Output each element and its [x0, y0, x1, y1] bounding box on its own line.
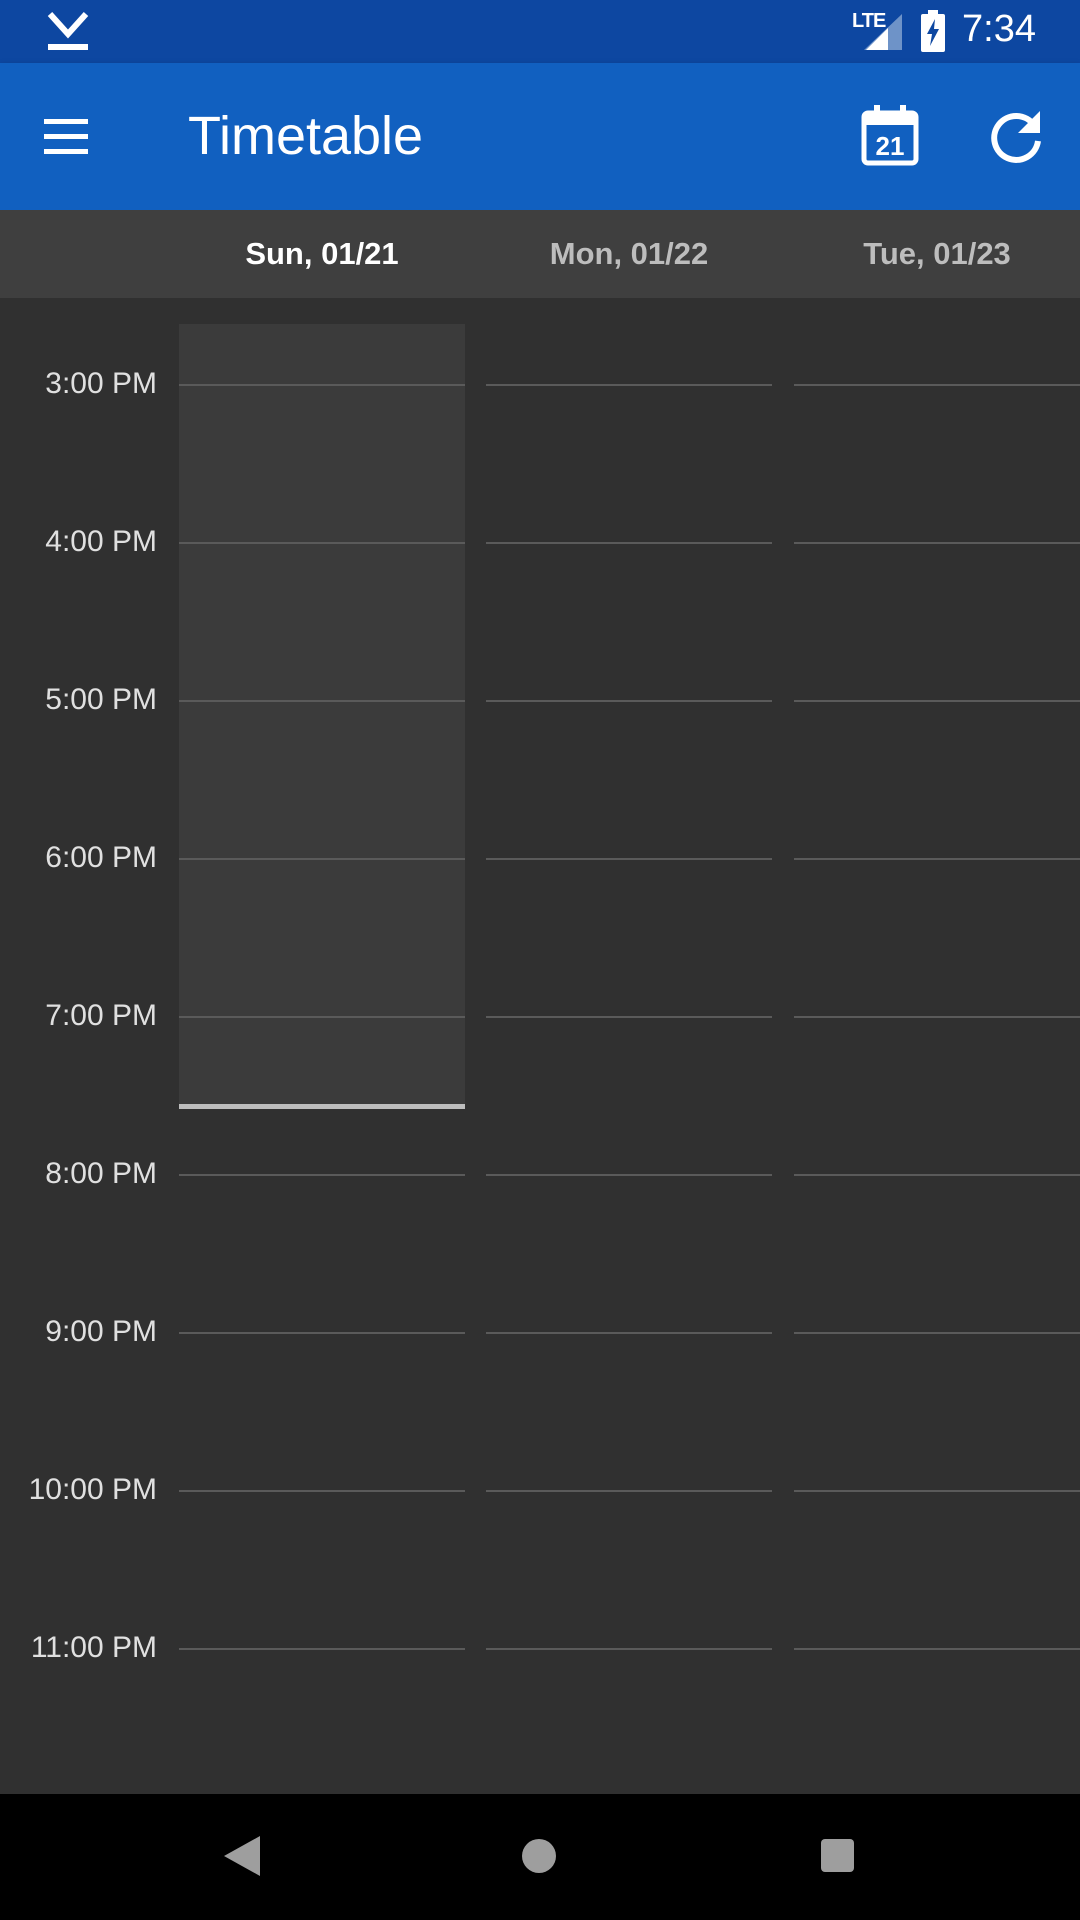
hour-label: 11:00 PM [30, 1631, 157, 1664]
hour-gridline [486, 700, 772, 702]
refresh-button[interactable] [984, 105, 1048, 169]
battery-charging-icon [921, 10, 945, 52]
hour-gridline [794, 1490, 1080, 1492]
navigation-bar [0, 1794, 1080, 1920]
home-icon[interactable] [522, 1839, 556, 1873]
hour-label: 7:00 PM [45, 999, 157, 1032]
hour-gridline [486, 1332, 772, 1334]
hour-label: 5:00 PM [45, 683, 157, 716]
calendar-day-number: 21 [876, 131, 905, 161]
hour-gridline [179, 858, 465, 860]
day-tab-tue[interactable]: Tue, 01/23 [794, 210, 1080, 298]
hour-gridline [794, 1174, 1080, 1176]
day-tab-mon[interactable]: Mon, 01/22 [486, 210, 772, 298]
hour-gridline [486, 858, 772, 860]
hour-gridline [794, 1016, 1080, 1018]
hour-label: 6:00 PM [45, 841, 157, 874]
hour-gridline [794, 858, 1080, 860]
hour-label: 9:00 PM [45, 1315, 157, 1348]
hour-gridline [794, 542, 1080, 544]
app-bar: Timetable 21 [0, 63, 1080, 210]
hour-gridline [179, 384, 465, 386]
today-column-highlight [179, 324, 465, 1108]
hour-gridline [794, 384, 1080, 386]
day-header: Sun, 01/21 Mon, 01/22 Tue, 01/23 [0, 210, 1080, 298]
hour-gridline [486, 384, 772, 386]
menu-button[interactable] [40, 113, 92, 161]
hour-gridline [179, 542, 465, 544]
status-bar: LTE 7:34 [0, 0, 1080, 63]
page-title: Timetable [188, 106, 424, 166]
hour-gridline [486, 1490, 772, 1492]
hour-gridline [794, 1648, 1080, 1650]
hour-gridline [179, 1490, 465, 1492]
hour-label: 3:00 PM [45, 367, 157, 400]
calendar-today-icon: 21 [861, 105, 919, 166]
download-icon [47, 12, 89, 50]
today-button[interactable]: 21 [860, 103, 920, 167]
hour-gridline [486, 1174, 772, 1176]
hour-gridline [486, 1016, 772, 1018]
clock: 7:34 [962, 8, 1036, 50]
timetable-grid[interactable]: 3:00 PM 4:00 PM 5:00 PM 6:00 PM 7:00 PM 8:00 … [0, 298, 1080, 1794]
hour-gridline [794, 700, 1080, 702]
day-tab-sun[interactable]: Sun, 01/21 [179, 210, 465, 298]
recents-icon[interactable] [821, 1839, 854, 1872]
hour-gridline [179, 1174, 465, 1176]
back-icon[interactable] [224, 1836, 260, 1876]
hour-gridline [794, 1332, 1080, 1334]
hour-label: 8:00 PM [45, 1157, 157, 1190]
hour-gridline [179, 1648, 465, 1650]
hour-gridline [486, 1648, 772, 1650]
hour-gridline [179, 1332, 465, 1334]
hour-gridline [486, 542, 772, 544]
hour-label: 4:00 PM [45, 525, 157, 558]
hour-gridline [179, 700, 465, 702]
hour-gridline [179, 1016, 465, 1018]
hour-label: 10:00 PM [28, 1473, 157, 1506]
refresh-icon [991, 111, 1041, 163]
signal-icon [864, 14, 902, 50]
current-time-indicator [179, 1104, 465, 1109]
